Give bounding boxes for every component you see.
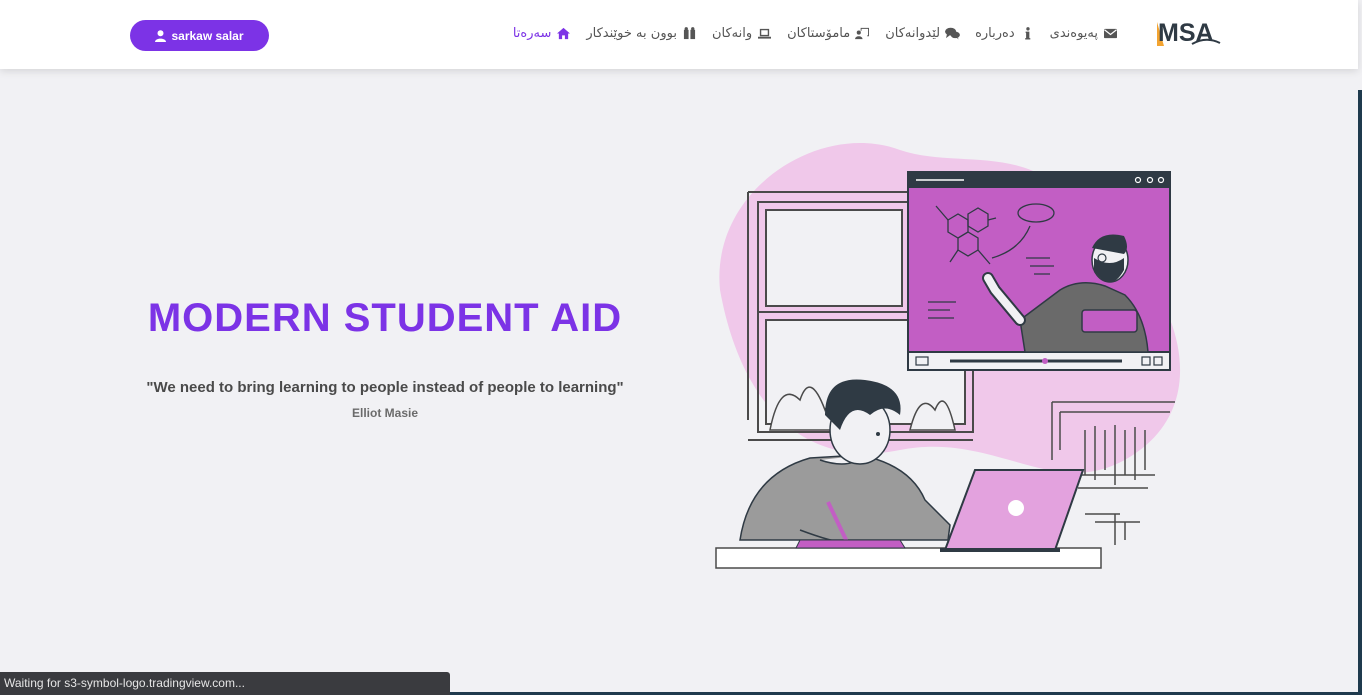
laptop-icon [758,28,772,39]
hero-quote: "We need to bring learning to people ins… [146,379,624,396]
nav-lessons[interactable]: وانەکان [712,26,772,41]
chalkboard-teacher-icon [855,27,870,39]
nav-testimonials[interactable]: لێدوانەکان [885,25,961,41]
browser-status-bar: Waiting for s3-symbol-logo.tradingview.c… [0,672,450,695]
comments-icon [945,27,961,40]
home-icon [557,27,571,39]
nav-lessons-label: وانەکان [711,25,753,41]
users-icon [683,26,696,39]
envelope-icon [1104,28,1117,38]
nav-become-student-label: بوون بە خوێندکار [586,25,677,41]
nav-teachers[interactable]: مامۆستاکان [787,26,870,41]
user-name-label: sarkaw salar [171,28,244,43]
nav-teachers-label: مامۆستاکان [787,25,851,41]
msa-logo[interactable]: MSA [1156,16,1222,48]
status-text: Waiting for s3-symbol-logo.tradingview.c… [4,676,245,690]
nav-about[interactable]: دەربارە [975,26,1035,41]
info-icon [1024,26,1030,40]
nav-become-student[interactable]: بوون بە خوێندکار [586,26,697,41]
quote-author: Elliot Masie [351,406,419,420]
user-profile-button[interactable]: sarkaw salar [130,20,269,51]
user-icon [155,29,167,42]
hero-illustration [715,142,1181,569]
nav-contact[interactable]: پەیوەندی [1050,26,1118,41]
top-navbar: sarkaw salar سەرەتا بوون بە خوێندکار وان… [0,0,1358,69]
hero-title: MODERN STUDENT AID [147,296,623,340]
main-nav: سەرەتا بوون بە خوێندکار وانەکان مامۆستاک… [513,23,1118,43]
nav-testimonials-label: لێدوانەکان [885,25,941,41]
nav-home[interactable]: سەرەتا [513,26,572,41]
page-edge-strip [1358,90,1362,695]
nav-about-label: دەربارە [975,25,1015,41]
nav-contact-label: پەیوەندی [1049,25,1098,41]
logo-text: MSA [1158,19,1214,47]
nav-home-label: سەرەتا [512,25,552,41]
